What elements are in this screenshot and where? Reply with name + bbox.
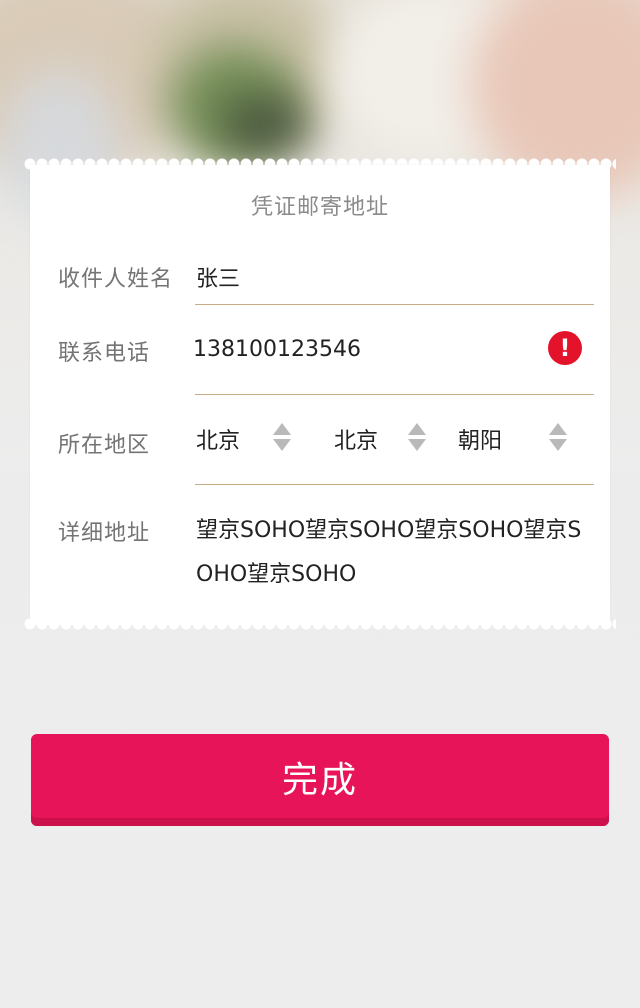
ticket-edge-bottom: [24, 618, 616, 630]
up-down-arrows-icon: [273, 423, 291, 453]
up-down-arrows-icon: [549, 423, 567, 453]
district-select[interactable]: 朝阳: [458, 415, 570, 455]
up-down-arrows-icon: [408, 423, 426, 453]
city-select[interactable]: 北京: [334, 415, 434, 455]
page: 凭证邮寄地址 收件人姓名 张三 联系电话 138100123546 ! 所在地区…: [0, 0, 640, 1008]
recipient-name-input[interactable]: 张三: [196, 261, 240, 293]
province-value: 北京: [196, 429, 241, 454]
city-value: 北京: [334, 429, 379, 454]
phone-underline: [195, 394, 594, 395]
district-value: 朝阳: [458, 429, 503, 454]
phone-input[interactable]: 138100123546: [193, 337, 361, 362]
card-title: 凭证邮寄地址: [250, 195, 389, 220]
address-label: 详细地址: [58, 521, 151, 546]
region-label: 所在地区: [58, 433, 151, 458]
region-underline: [195, 484, 594, 485]
recipient-name-underline: [195, 304, 594, 305]
province-select[interactable]: 北京: [196, 415, 296, 455]
phone-label: 联系电话: [58, 341, 151, 366]
address-input[interactable]: 望京SOHO望京SOHO望京SOHO望京SOHO望京SOHO: [196, 509, 596, 597]
done-button[interactable]: 完成: [31, 734, 609, 826]
address-card: 凭证邮寄地址 收件人姓名 张三 联系电话 138100123546 ! 所在地区…: [30, 165, 610, 625]
recipient-name-label: 收件人姓名: [58, 267, 174, 292]
exclamation-icon[interactable]: !: [548, 331, 582, 365]
